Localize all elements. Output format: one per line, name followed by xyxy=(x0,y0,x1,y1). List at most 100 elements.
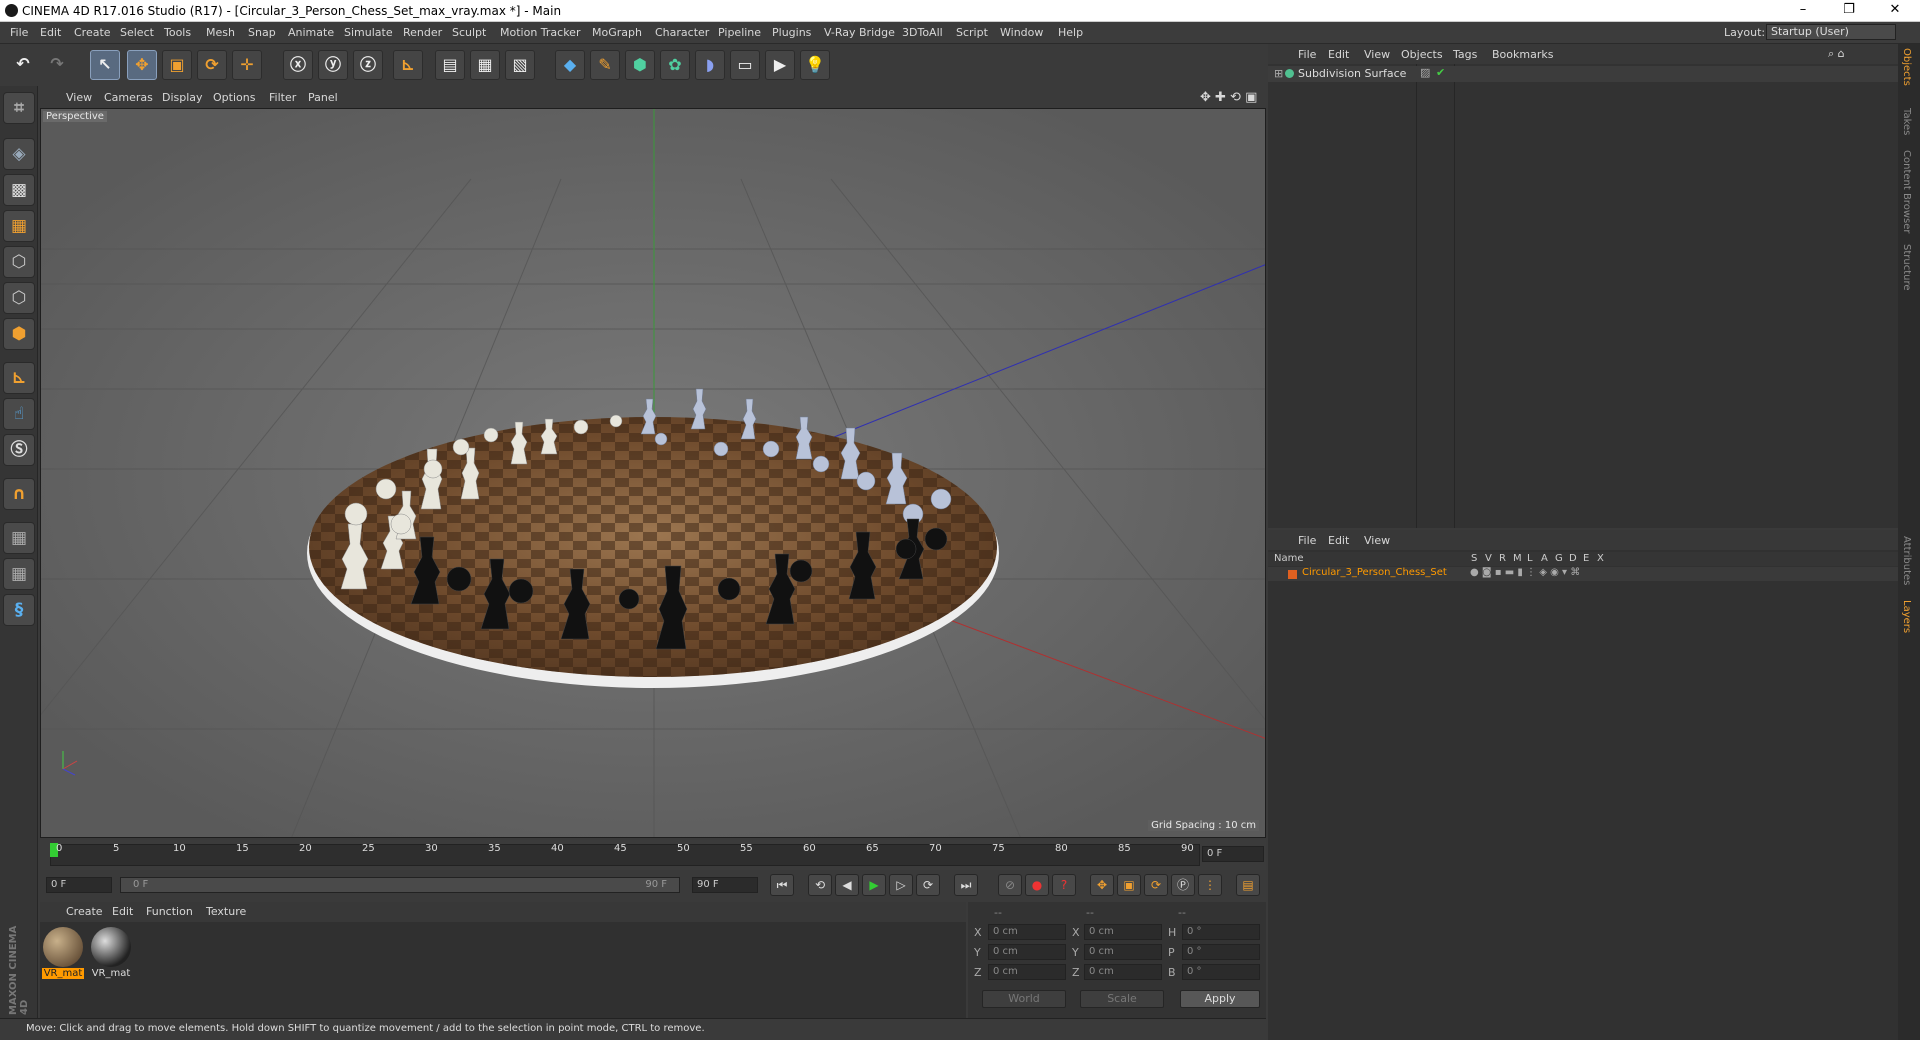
layer-name[interactable]: Circular_3_Person_Chess_Set xyxy=(1302,567,1447,578)
workplane-lock-icon[interactable]: ▦ xyxy=(3,522,35,554)
size-mode-select[interactable]: Scale xyxy=(1080,990,1164,1008)
side-tab-takes[interactable]: Takes xyxy=(1901,108,1912,135)
col-a[interactable]: A xyxy=(1541,553,1548,564)
col-m[interactable]: M xyxy=(1513,553,1522,564)
menu-select[interactable]: Select xyxy=(120,26,154,39)
start-frame-field[interactable]: 0 F xyxy=(46,877,112,893)
coordinate-system-icon[interactable]: ⊾ xyxy=(393,50,423,80)
prev-key-icon[interactable]: ⟲ xyxy=(808,874,832,896)
edges-mode-icon[interactable]: ⬡ xyxy=(3,282,35,314)
lm-menu-view[interactable]: View xyxy=(1364,534,1390,547)
vp-menu-options[interactable]: Options xyxy=(213,91,255,104)
size-x-field[interactable]: 0 cm xyxy=(1084,924,1162,940)
render-view-icon[interactable]: ▤ xyxy=(435,50,465,80)
col-g[interactable]: G xyxy=(1555,553,1563,564)
side-tab-objects[interactable]: Objects xyxy=(1901,48,1912,86)
y-axis-lock-icon[interactable]: ⓨ xyxy=(318,50,348,80)
layer-toggle-icons[interactable]: ● ◙ ▪ ▬ ▮ ⋮ ◈ ◉ ▾ ⌘ xyxy=(1470,567,1580,578)
col-s[interactable]: S xyxy=(1471,553,1477,564)
menu-pipeline[interactable]: Pipeline xyxy=(718,26,761,39)
col-d[interactable]: D xyxy=(1569,553,1577,564)
keyframe-selection-icon[interactable]: ? xyxy=(1052,874,1076,896)
vp-menu-panel[interactable]: Panel xyxy=(308,91,338,104)
z-axis-lock-icon[interactable]: ⓩ xyxy=(353,50,383,80)
mat-menu-create[interactable]: Create xyxy=(66,905,103,918)
mat-menu-edit[interactable]: Edit xyxy=(112,905,133,918)
side-tab-structure[interactable]: Structure xyxy=(1901,244,1912,291)
menu-3dtoall[interactable]: 3DToAll xyxy=(902,26,943,39)
render-settings-icon[interactable]: ▧ xyxy=(505,50,535,80)
array-icon[interactable]: ✿ xyxy=(660,50,690,80)
key-pla-icon[interactable]: ⋮ xyxy=(1198,874,1222,896)
move-tool-icon[interactable]: ✥ xyxy=(127,50,157,80)
menu-animate[interactable]: Animate xyxy=(288,26,334,39)
rot-p-field[interactable]: 0 ° xyxy=(1182,944,1260,960)
next-key-icon[interactable]: ⟳ xyxy=(916,874,940,896)
menu-create[interactable]: Create xyxy=(74,26,111,39)
frame-range-slider[interactable]: 0 F 90 F xyxy=(120,877,680,893)
om-menu-bookmarks[interactable]: Bookmarks xyxy=(1492,48,1553,61)
vp-menu-view[interactable]: View xyxy=(66,91,92,104)
axis-mode-icon[interactable]: ⊾ xyxy=(3,362,35,394)
editor-visibility-icon[interactable]: ▨ xyxy=(1420,66,1430,79)
layer-row[interactable]: Circular_3_Person_Chess_Set ● ◙ ▪ ▬ ▮ ⋮ … xyxy=(1268,567,1900,581)
pen-spline-icon[interactable]: ✎ xyxy=(590,50,620,80)
object-row[interactable]: ⊞ Subdivision Surface ▨ ✔ xyxy=(1268,66,1900,82)
om-menu-edit[interactable]: Edit xyxy=(1328,48,1349,61)
om-menu-tags[interactable]: Tags xyxy=(1453,48,1477,61)
close-button[interactable]: ✕ xyxy=(1872,0,1918,22)
pos-z-field[interactable]: 0 cm xyxy=(988,964,1066,980)
rot-b-field[interactable]: 0 ° xyxy=(1182,964,1260,980)
vp-menu-cameras[interactable]: Cameras xyxy=(104,91,153,104)
deformer-icon[interactable]: ◗ xyxy=(695,50,725,80)
solo-mode-icon[interactable]: Ⓢ xyxy=(3,434,35,466)
current-frame-field[interactable]: 0 F xyxy=(1202,846,1264,862)
menu-plugins[interactable]: Plugins xyxy=(772,26,811,39)
key-rotation-icon[interactable]: ⟳ xyxy=(1144,874,1168,896)
lm-menu-file[interactable]: File xyxy=(1298,534,1316,547)
menu-render[interactable]: Render xyxy=(403,26,442,39)
minimize-button[interactable]: – xyxy=(1780,0,1826,22)
model-mode-icon[interactable]: ◈ xyxy=(3,138,35,170)
polygons-mode-icon[interactable]: ⬢ xyxy=(3,318,35,350)
menu-simulate[interactable]: Simulate xyxy=(344,26,393,39)
col-r[interactable]: R xyxy=(1499,553,1506,564)
make-editable-icon[interactable]: ⌗ xyxy=(3,92,35,124)
col-v[interactable]: V xyxy=(1485,553,1492,564)
texture-mode-icon[interactable]: ▩ xyxy=(3,174,35,206)
autokey-icon[interactable]: ● xyxy=(1025,874,1049,896)
vp-menu-filter[interactable]: Filter xyxy=(269,91,296,104)
tweak-mode-icon[interactable]: ☝ xyxy=(3,398,35,430)
next-frame-icon[interactable]: ▷ xyxy=(889,874,913,896)
side-tab-attributes[interactable]: Attributes xyxy=(1901,536,1912,585)
vp-menu-display[interactable]: Display xyxy=(162,91,203,104)
size-z-field[interactable]: 0 cm xyxy=(1084,964,1162,980)
col-e[interactable]: E xyxy=(1583,553,1589,564)
key-scale-icon[interactable]: ▣ xyxy=(1117,874,1141,896)
lm-menu-edit[interactable]: Edit xyxy=(1328,534,1349,547)
undo-icon[interactable]: ↶ xyxy=(8,50,38,80)
render-picture-viewer-icon[interactable]: ▦ xyxy=(470,50,500,80)
rotate-tool-icon[interactable]: ⟳ xyxy=(197,50,227,80)
om-menu-objects[interactable]: Objects xyxy=(1401,48,1443,61)
menu-window[interactable]: Window xyxy=(1000,26,1043,39)
om-menu-view[interactable]: View xyxy=(1364,48,1390,61)
layer-color-swatch[interactable] xyxy=(1288,570,1297,579)
cube-object-icon[interactable]: ◆ xyxy=(555,50,585,80)
timeline-ruler[interactable]: 0 5 10 15 20 25 30 35 40 45 50 55 60 65 … xyxy=(40,840,1266,870)
python-icon[interactable]: § xyxy=(3,594,35,626)
side-tab-content-browser[interactable]: Content Browser xyxy=(1901,150,1912,233)
viewport-nav-icons[interactable]: ✥ ✚ ⟲ ▣ xyxy=(1200,90,1257,105)
mat-menu-function[interactable]: Function xyxy=(146,905,193,918)
goto-end-icon[interactable]: ⏭ xyxy=(954,874,978,896)
timeline-window-icon[interactable]: ▤ xyxy=(1236,874,1260,896)
live-selection-icon[interactable]: ↖ xyxy=(90,50,120,80)
x-axis-lock-icon[interactable]: ⓧ xyxy=(283,50,313,80)
workplane-icon[interactable]: ▦ xyxy=(3,210,35,242)
menu-character[interactable]: Character xyxy=(655,26,709,39)
goto-start-icon[interactable]: ⏮ xyxy=(770,874,794,896)
menu-file[interactable]: File xyxy=(10,26,28,39)
material-swatch[interactable]: VR_mat xyxy=(42,926,84,982)
menu-mesh[interactable]: Mesh xyxy=(206,26,235,39)
side-tab-layers[interactable]: Layers xyxy=(1901,600,1912,633)
